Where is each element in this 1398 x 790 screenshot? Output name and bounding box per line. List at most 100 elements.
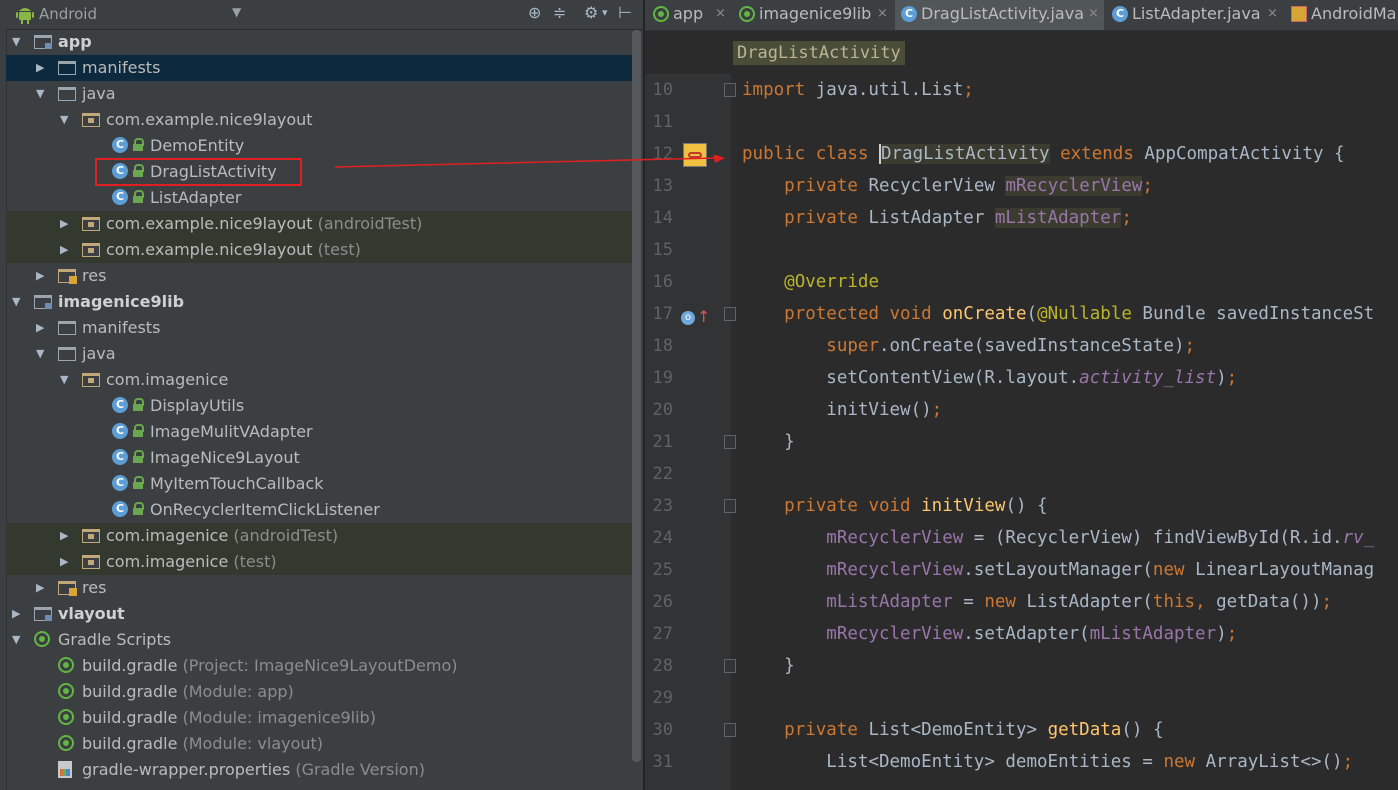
code-line[interactable]: mRecyclerView.setLayoutManager(new Linea… <box>742 560 1374 580</box>
code-line[interactable]: import java.util.List; <box>742 80 974 100</box>
tree-item[interactable]: C DisplayUtils <box>6 393 634 419</box>
code-line[interactable]: public class DragListActivity extends Ap… <box>742 144 1345 164</box>
project-scrollbar[interactable] <box>632 30 641 762</box>
chevron-right-icon[interactable]: ▶ <box>60 555 68 568</box>
tree-item[interactable]: ▶ res <box>6 263 634 289</box>
code-line[interactable]: setContentView(R.layout.activity_list); <box>742 368 1237 388</box>
tree-item[interactable]: ▶ vlayout <box>6 601 634 627</box>
tree-item-name: build.gradle <box>82 656 178 675</box>
chevron-down-icon[interactable]: ▼ <box>36 347 44 360</box>
tree-item[interactable]: ▶ manifests <box>6 315 634 341</box>
editor-tab[interactable]: AndroidMa <box>1285 0 1398 30</box>
override-marker-icon[interactable]: o ↑ <box>681 307 710 329</box>
code-line[interactable]: private ListAdapter mListAdapter; <box>742 208 1132 228</box>
line-number: 29 <box>652 688 673 708</box>
tree-item[interactable]: C ListAdapter <box>6 185 634 211</box>
class-icon: C <box>112 475 130 493</box>
fold-marker-icon[interactable] <box>724 83 736 97</box>
code-line[interactable]: mRecyclerView.setAdapter(mListAdapter); <box>742 624 1237 644</box>
tree-item[interactable]: gradle-wrapper.properties (Gradle Versio… <box>6 757 634 783</box>
tree-item[interactable]: ▶ com.imagenice (test) <box>6 549 634 575</box>
chevron-down-icon[interactable]: ▼ <box>12 633 20 646</box>
settings-icon[interactable]: ⚙ <box>584 3 598 22</box>
tree-item[interactable]: ▼ java <box>6 81 634 107</box>
tree-item[interactable]: ▼ Gradle Scripts <box>6 627 634 653</box>
tree-item[interactable]: C OnRecyclerItemClickListener <box>6 497 634 523</box>
code-line[interactable]: List<DemoEntity> demoEntities = new Arra… <box>742 752 1353 772</box>
tree-item[interactable]: ▼ app <box>6 29 634 55</box>
tree-item[interactable]: ▼ com.imagenice <box>6 367 634 393</box>
code-line[interactable]: initView(); <box>742 400 942 420</box>
res-folder-icon <box>58 267 77 285</box>
breadcrumb[interactable]: DragListActivity <box>733 41 905 65</box>
chevron-right-icon[interactable]: ▶ <box>60 217 68 230</box>
line-number: 11 <box>652 112 673 132</box>
chevron-down-icon[interactable]: ▼ <box>12 35 20 48</box>
tree-item-label: com.imagenice (test) <box>106 552 277 571</box>
tree-item[interactable]: C ImageNice9Layout <box>6 445 634 471</box>
chevron-down-icon[interactable]: ▼ <box>36 87 44 100</box>
code-line[interactable]: private RecyclerView mRecyclerView; <box>742 176 1153 196</box>
chevron-right-icon[interactable]: ▶ <box>12 607 20 620</box>
tree-item[interactable]: ▼ imagenice9lib <box>6 289 634 315</box>
code-line[interactable]: mRecyclerView = (RecyclerView) findViewB… <box>742 528 1374 548</box>
tree-item[interactable]: build.gradle (Module: vlayout) <box>6 731 634 757</box>
tree-item[interactable]: build.gradle (Module: imagenice9lib) <box>6 705 634 731</box>
folder-icon <box>58 345 76 363</box>
code-line[interactable]: mListAdapter = new ListAdapter(this, get… <box>742 592 1332 612</box>
pin-icon[interactable]: ⊢ <box>618 3 632 22</box>
fold-marker-icon[interactable] <box>724 723 736 737</box>
tree-item[interactable]: ▶ com.example.nice9layout (test) <box>6 237 634 263</box>
tree-item[interactable]: C MyItemTouchCallback <box>6 471 634 497</box>
chevron-right-icon[interactable]: ▶ <box>60 529 68 542</box>
tree-item[interactable]: ▶ manifests <box>6 55 634 81</box>
tree-item[interactable]: ▶ res <box>6 575 634 601</box>
chevron-right-icon[interactable]: ▶ <box>36 269 44 282</box>
close-icon[interactable]: × <box>1267 6 1278 21</box>
editor-tab[interactable]: app × <box>647 0 731 30</box>
code-line[interactable]: } <box>742 432 795 452</box>
tree-item[interactable]: ▼ com.example.nice9layout <box>6 107 634 133</box>
code-line[interactable]: super.onCreate(savedInstanceState); <box>742 336 1195 356</box>
fold-marker-icon[interactable] <box>724 659 736 673</box>
chevron-down-icon[interactable]: ▼ <box>60 373 68 386</box>
target-icon[interactable]: ⊕ <box>528 3 541 22</box>
tree-item-label: java <box>82 344 116 363</box>
line-number: 22 <box>652 464 673 484</box>
chevron-right-icon[interactable]: ▶ <box>36 321 44 334</box>
fold-marker-icon[interactable] <box>724 307 736 321</box>
gradle-icon <box>58 735 76 753</box>
code-line[interactable]: private List<DemoEntity> getData() { <box>742 720 1163 740</box>
editor-tab[interactable]: C ListAdapter.java × <box>1106 0 1283 30</box>
chevron-right-icon[interactable]: ▶ <box>36 61 44 74</box>
close-icon[interactable]: × <box>1088 6 1099 21</box>
editor-tab[interactable]: imagenice9lib × <box>733 0 893 30</box>
tree-item[interactable]: ▶ com.example.nice9layout (androidTest) <box>6 211 634 237</box>
view-selector[interactable]: Android ▼ <box>6 3 247 25</box>
close-icon[interactable]: × <box>877 6 888 21</box>
tree-item[interactable]: build.gradle (Module: app) <box>6 679 634 705</box>
close-icon[interactable]: × <box>715 6 726 21</box>
collapse-icon[interactable]: ≑ <box>553 3 566 22</box>
tree-item-label: res <box>82 578 106 597</box>
code-line[interactable]: protected void onCreate(@Nullable Bundle… <box>742 304 1374 324</box>
chevron-down-icon[interactable]: ▼ <box>12 295 20 308</box>
settings-dropdown-icon[interactable]: ▾ <box>602 6 608 19</box>
code-line[interactable]: @Override <box>742 272 879 292</box>
code-line[interactable]: private void initView() { <box>742 496 1047 516</box>
code-editor: app × imagenice9lib × C DragListActivity.java… <box>643 0 1398 790</box>
tree-item-qualifier: (androidTest) <box>312 214 423 233</box>
chevron-right-icon[interactable]: ▶ <box>60 243 68 256</box>
chevron-down-icon[interactable]: ▼ <box>60 113 68 126</box>
tree-item-name: res <box>82 266 107 285</box>
tree-item[interactable]: C ImageMulitVAdapter <box>6 419 634 445</box>
tree-item[interactable]: ▼ java <box>6 341 634 367</box>
tree-item[interactable]: ▶ com.imagenice (androidTest) <box>6 523 634 549</box>
chevron-right-icon[interactable]: ▶ <box>36 581 44 594</box>
code-line[interactable]: } <box>742 656 795 676</box>
fold-marker-icon[interactable] <box>724 499 736 513</box>
line-number: 21 <box>652 432 673 452</box>
editor-tab[interactable]: C DragListActivity.java × <box>895 0 1104 30</box>
tree-item[interactable]: build.gradle (Project: ImageNice9LayoutD… <box>6 653 634 679</box>
fold-marker-icon[interactable] <box>724 435 736 449</box>
